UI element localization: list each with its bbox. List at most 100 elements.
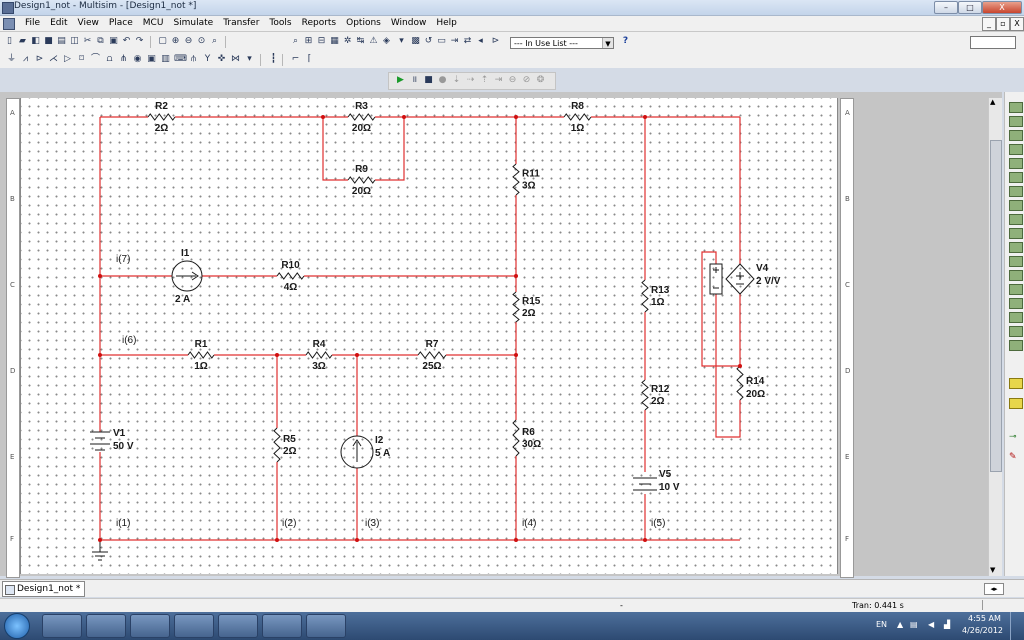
tray-arrow-icon[interactable]: ▲ bbox=[897, 620, 903, 629]
multimeter-icon[interactable] bbox=[1009, 102, 1023, 113]
label-r15-ref: R15 bbox=[522, 296, 541, 307]
label-r5-value: 2Ω bbox=[283, 446, 297, 457]
four-channel-scope-icon[interactable] bbox=[1009, 158, 1023, 169]
scroll-up-icon[interactable]: ▲ bbox=[990, 98, 995, 106]
resistor-r14[interactable] bbox=[736, 365, 744, 401]
resistor-r10[interactable] bbox=[276, 272, 305, 280]
spectrum-analyzer-icon[interactable] bbox=[1009, 270, 1023, 281]
label-i2-ref: I2 bbox=[375, 435, 384, 446]
media-player-icon[interactable] bbox=[86, 614, 126, 638]
labview-instrument-icon[interactable] bbox=[1009, 378, 1023, 389]
resistor-r11[interactable] bbox=[512, 163, 520, 196]
clock-date[interactable]: 4/26/2012 bbox=[962, 626, 1003, 635]
file-explorer-icon[interactable] bbox=[130, 614, 170, 638]
voltage-source-v5[interactable] bbox=[633, 477, 657, 491]
label-v5-ref: V5 bbox=[659, 469, 672, 480]
label-r4-value: 3Ω bbox=[312, 361, 326, 372]
oscilloscope-icon[interactable] bbox=[1009, 144, 1023, 155]
current-label-i2: i(2) bbox=[282, 518, 296, 529]
junction-dot bbox=[321, 115, 325, 119]
multisim-taskbar-icon[interactable] bbox=[262, 614, 302, 638]
resistor-r15[interactable] bbox=[512, 291, 520, 323]
arrow-right-icon bbox=[176, 271, 199, 281]
show-desktop-button[interactable] bbox=[1010, 612, 1024, 640]
label-v5-value: 10 V bbox=[659, 482, 680, 493]
tektronix-scope-icon[interactable] bbox=[1009, 340, 1023, 351]
logic-analyzer-icon[interactable] bbox=[1009, 214, 1023, 225]
junction-dot bbox=[514, 353, 518, 357]
status-bar: Tran: 0.441 s - bbox=[0, 598, 1024, 613]
word-generator-icon[interactable] bbox=[1009, 200, 1023, 211]
tab-design1[interactable]: Design1_not * bbox=[2, 581, 86, 597]
status-resize-grip[interactable] bbox=[982, 600, 1021, 610]
junction-dot bbox=[98, 274, 102, 278]
agilent-multimeter-icon[interactable] bbox=[1009, 312, 1023, 323]
resistor-r4[interactable] bbox=[305, 351, 333, 359]
logic-converter-icon[interactable] bbox=[1009, 228, 1023, 239]
current-label-i1: i(1) bbox=[116, 518, 130, 529]
internet-explorer-icon[interactable] bbox=[42, 614, 82, 638]
resistor-r6[interactable] bbox=[512, 419, 520, 457]
chrome-icon[interactable] bbox=[218, 614, 258, 638]
start-button[interactable] bbox=[4, 613, 30, 639]
resistor-r7[interactable] bbox=[417, 351, 447, 359]
word-icon[interactable] bbox=[306, 614, 346, 638]
junction-dot bbox=[98, 538, 102, 542]
vertical-scrollbar-thumb[interactable] bbox=[990, 140, 1002, 472]
resistor-r12[interactable] bbox=[641, 379, 649, 411]
current-probe-icon[interactable]: ⊸ bbox=[1009, 432, 1021, 442]
label-r1-ref: R1 bbox=[195, 339, 208, 350]
label-r10-value: 4Ω bbox=[284, 282, 298, 293]
label-r11-value: 3Ω bbox=[522, 181, 536, 192]
bode-plotter-icon[interactable] bbox=[1009, 172, 1023, 183]
function-generator-icon[interactable] bbox=[1009, 116, 1023, 127]
frequency-counter-icon[interactable] bbox=[1009, 186, 1023, 197]
agilent-scope-icon[interactable] bbox=[1009, 326, 1023, 337]
resistor-r8[interactable] bbox=[563, 113, 592, 121]
label-r6-ref: R6 bbox=[522, 427, 535, 438]
label-r5-ref: R5 bbox=[283, 434, 296, 445]
junction-dot bbox=[514, 274, 518, 278]
ni-elvis-icon[interactable] bbox=[1009, 398, 1023, 409]
voltage-source-v1[interactable] bbox=[90, 431, 110, 451]
network-analyzer-icon[interactable] bbox=[1009, 284, 1023, 295]
junction-dot bbox=[98, 353, 102, 357]
resistor-r9[interactable] bbox=[347, 176, 376, 184]
network-icon[interactable]: ▤ bbox=[910, 620, 918, 629]
matlab-icon[interactable] bbox=[174, 614, 214, 638]
label-r14-value: 20Ω bbox=[746, 389, 765, 400]
distortion-analyzer-icon[interactable] bbox=[1009, 256, 1023, 267]
label-r13-value: 1Ω bbox=[651, 297, 665, 308]
signal-icon[interactable]: ▟ bbox=[944, 620, 950, 629]
volume-icon[interactable]: ◀ bbox=[928, 620, 934, 629]
circuit-schematic[interactable]: R22ΩR320ΩR920ΩR81ΩR104ΩR11ΩR43ΩR725ΩR113… bbox=[0, 0, 1024, 640]
label-i1-value: 2 A bbox=[175, 294, 190, 305]
junction-dot bbox=[402, 115, 406, 119]
agilent-generator-icon[interactable] bbox=[1009, 298, 1023, 309]
label-v4-value: 2 V/V bbox=[756, 276, 781, 287]
label-r12-ref: R12 bbox=[651, 384, 670, 395]
iv-analyzer-icon[interactable] bbox=[1009, 242, 1023, 253]
language-indicator[interactable]: EN bbox=[876, 620, 887, 629]
resistor-r13[interactable] bbox=[641, 279, 649, 313]
sense-polarity-icon bbox=[713, 267, 719, 289]
measurement-probe-icon[interactable]: ✎ bbox=[1009, 452, 1021, 462]
resistor-r1[interactable] bbox=[187, 351, 215, 359]
scroll-down-icon[interactable]: ▼ bbox=[990, 566, 995, 574]
label-r3-ref: R3 bbox=[355, 101, 368, 112]
junction-dot bbox=[514, 538, 518, 542]
resistor-r2[interactable] bbox=[147, 113, 176, 121]
resistor-r5[interactable] bbox=[273, 427, 281, 463]
clock-time[interactable]: 4:55 AM bbox=[968, 614, 1001, 623]
wattmeter-icon[interactable] bbox=[1009, 130, 1023, 141]
resistor-r3[interactable] bbox=[347, 113, 376, 121]
junction-dot bbox=[514, 115, 518, 119]
current-label-i6: i(6) bbox=[122, 335, 136, 346]
junction-dot bbox=[275, 353, 279, 357]
current-label-i3: i(3) bbox=[365, 518, 379, 529]
label-v1-ref: V1 bbox=[113, 428, 126, 439]
label-r12-value: 2Ω bbox=[651, 396, 665, 407]
transient-status: Tran: 0.441 s bbox=[852, 601, 904, 610]
label-r4-ref: R4 bbox=[313, 339, 326, 350]
tab-scroll-buttons[interactable]: ◂▸ bbox=[984, 583, 1004, 595]
